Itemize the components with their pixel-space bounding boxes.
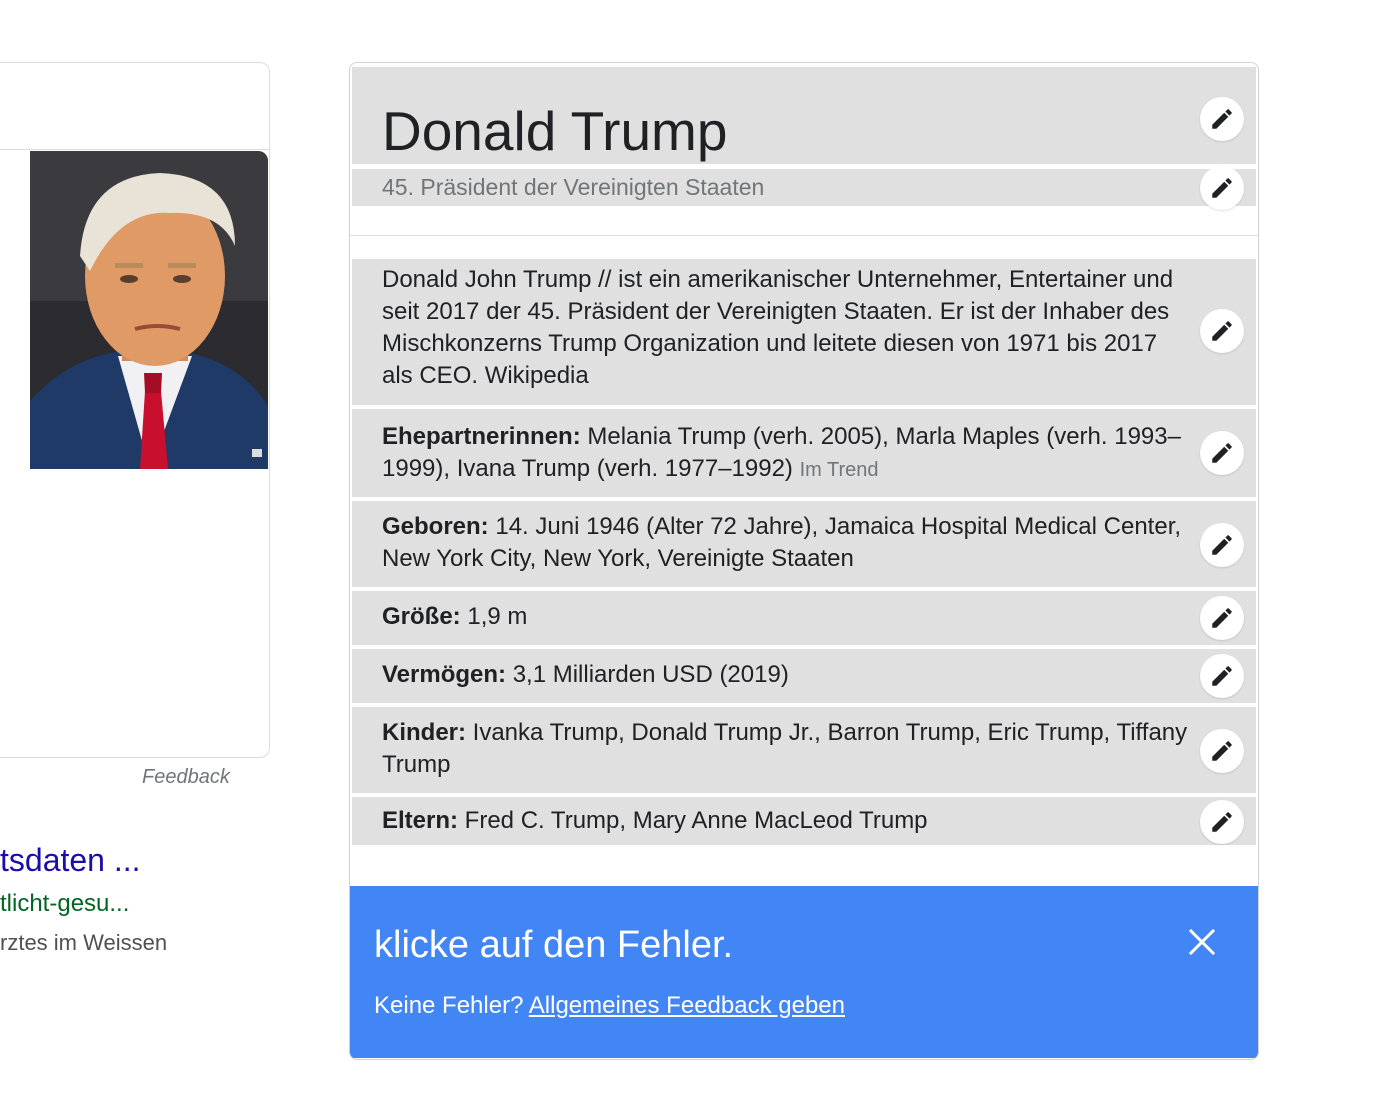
search-result-url[interactable]: tlicht-gesu... xyxy=(0,890,129,918)
description-row[interactable]: Donald John Trump // ist ein amerikanisc… xyxy=(352,259,1256,405)
fact-row-net-worth[interactable]: Vermögen: 3,1 Milliarden USD (2019) xyxy=(352,649,1256,703)
fact-value: 1,9 m xyxy=(460,603,528,630)
trending-label: Im Trend xyxy=(799,459,879,481)
fact-label: Eltern: xyxy=(382,807,459,834)
edit-height-button[interactable] xyxy=(1200,596,1244,640)
edit-parents-button[interactable] xyxy=(1200,800,1244,844)
banner-footer: Keine Fehler? Allgemeines Feedback geben xyxy=(374,992,845,1020)
card-divider xyxy=(0,149,269,150)
fact-row-height[interactable]: Größe: 1,9 m xyxy=(352,591,1256,645)
fact-text: Größe: 1,9 m xyxy=(382,601,1194,633)
fact-text: Vermögen: 3,1 Milliarden USD (2019) xyxy=(382,659,1194,691)
fact-text: Geboren: 14. Juni 1946 (Alter 72 Jahre),… xyxy=(382,511,1194,575)
fact-label: Ehepartnerinnen: xyxy=(382,423,581,450)
edit-description-button[interactable] xyxy=(1200,309,1244,353)
fact-row-spouses[interactable]: Ehepartnerinnen: Melania Trump (verh. 20… xyxy=(352,409,1256,497)
fact-text: Ehepartnerinnen: Melania Trump (verh. 20… xyxy=(382,421,1194,486)
edit-spouses-button[interactable] xyxy=(1200,431,1244,475)
pencil-icon xyxy=(1212,443,1232,463)
fact-value: 14. Juni 1946 (Alter 72 Jahre), Jamaica … xyxy=(382,513,1182,572)
fact-label: Geboren: xyxy=(382,513,489,540)
title-row[interactable]: Donald Trump xyxy=(352,67,1256,164)
knowledge-card-left xyxy=(0,62,270,758)
card-feedback-link[interactable]: Feedback xyxy=(142,766,230,789)
fact-value: 3,1 Milliarden USD (2019) xyxy=(506,661,789,688)
edit-born-button[interactable] xyxy=(1200,523,1244,567)
banner-instruction: klicke auf den Fehler. xyxy=(374,924,734,966)
close-button[interactable] xyxy=(1186,926,1218,958)
fact-row-born[interactable]: Geboren: 14. Juni 1946 (Alter 72 Jahre),… xyxy=(352,501,1256,587)
pencil-icon xyxy=(1212,741,1232,761)
fact-text: Kinder: Ivanka Trump, Donald Trump Jr., … xyxy=(382,717,1194,781)
search-result-title[interactable]: tsdaten ... xyxy=(0,842,141,879)
no-errors-prompt: Keine Fehler? xyxy=(374,992,529,1019)
edit-children-button[interactable] xyxy=(1200,729,1244,773)
pencil-icon xyxy=(1212,812,1232,832)
feedback-panel: Donald Trump 45. Präsident der Vereinigt… xyxy=(349,62,1259,1060)
edit-net-worth-button[interactable] xyxy=(1200,654,1244,698)
edit-subtitle-button[interactable] xyxy=(1200,166,1244,210)
pencil-icon xyxy=(1212,666,1232,686)
entity-subtitle: 45. Präsident der Vereinigten Staaten xyxy=(382,174,765,200)
entity-title: Donald Trump xyxy=(382,100,728,162)
search-result-snippet: rztes im Weissen xyxy=(0,930,168,955)
general-feedback-link[interactable]: Allgemeines Feedback geben xyxy=(529,992,845,1019)
section-divider xyxy=(350,235,1258,236)
edit-title-button[interactable] xyxy=(1200,97,1244,141)
pencil-icon xyxy=(1212,109,1232,129)
fact-label: Größe: xyxy=(382,603,461,630)
pencil-icon xyxy=(1212,178,1232,198)
portrait-image xyxy=(30,151,268,469)
fact-label: Kinder: xyxy=(382,719,466,746)
fact-row-parents[interactable]: Eltern: Fred C. Trump, Mary Anne MacLeod… xyxy=(352,797,1256,845)
fact-row-children[interactable]: Kinder: Ivanka Trump, Donald Trump Jr., … xyxy=(352,707,1256,793)
close-icon xyxy=(1188,928,1216,956)
profile-photo[interactable] xyxy=(30,151,268,469)
fact-text: Eltern: Fred C. Trump, Mary Anne MacLeod… xyxy=(382,805,1194,837)
feedback-banner: klicke auf den Fehler. Keine Fehler? All… xyxy=(350,886,1258,1058)
subtitle-row[interactable]: 45. Präsident der Vereinigten Staaten xyxy=(352,166,1256,210)
pencil-icon xyxy=(1212,608,1232,628)
fact-value: Fred C. Trump, Mary Anne MacLeod Trump xyxy=(458,807,928,834)
fact-label: Vermögen: xyxy=(382,661,507,688)
entity-description: Donald John Trump // ist ein amerikanisc… xyxy=(382,266,1174,389)
fact-value: Ivanka Trump, Donald Trump Jr., Barron T… xyxy=(382,719,1188,778)
pencil-icon xyxy=(1212,535,1232,555)
pencil-icon xyxy=(1212,321,1232,341)
